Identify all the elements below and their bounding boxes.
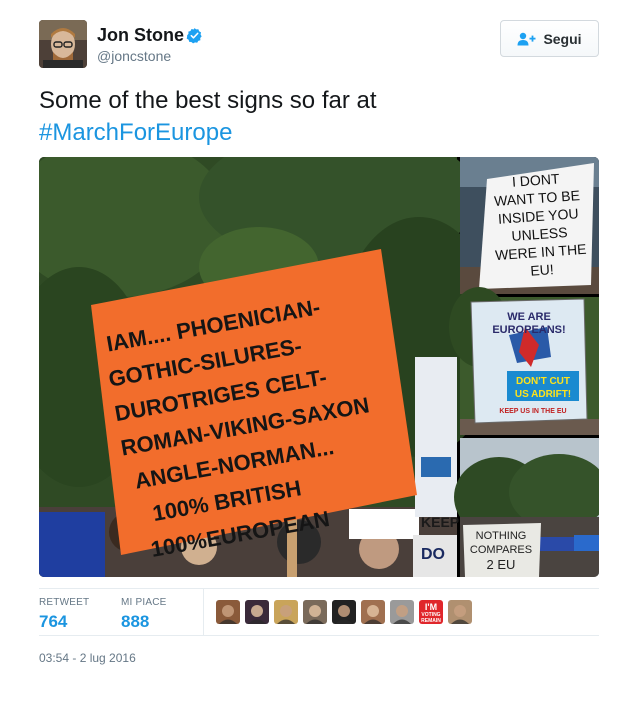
liker-avatar-7[interactable] bbox=[390, 600, 414, 624]
likes-stat[interactable]: MI PIACE 888 bbox=[121, 597, 167, 632]
liker-avatar-5[interactable] bbox=[332, 600, 356, 624]
author-handle[interactable]: @joncstone bbox=[97, 48, 171, 64]
add-user-icon bbox=[517, 32, 536, 45]
likers-avatars: I'M VOTING REMAIN bbox=[216, 600, 472, 624]
hashtag-link[interactable]: #MarchForEurope bbox=[39, 117, 599, 149]
sign-mr-line-1: WE ARE bbox=[507, 311, 551, 323]
liker-avatar-2[interactable] bbox=[245, 600, 269, 624]
sign-br-line-3: 2 EU bbox=[487, 557, 516, 572]
sign-mr-line-5: KEEP US IN THE EU bbox=[499, 408, 566, 415]
sign-br-line-1: NOTHING bbox=[476, 530, 527, 542]
stats-divider bbox=[203, 589, 204, 635]
main-photo[interactable]: KEEP DO IAM.... PHOENICIAN- GOTHIC-SILUR… bbox=[39, 157, 499, 577]
media-grid[interactable]: KEEP DO IAM.... PHOENICIAN- GOTHIC-SILUR… bbox=[39, 157, 599, 577]
liker-avatar-9[interactable] bbox=[448, 600, 472, 624]
liker-avatar-3[interactable] bbox=[274, 600, 298, 624]
follow-button-label: Segui bbox=[543, 30, 582, 47]
liker-avatar-8[interactable]: I'M VOTING REMAIN bbox=[419, 600, 443, 624]
retweets-stat[interactable]: RETWEET 764 bbox=[39, 597, 89, 632]
sign-mr-line-4: US ADRIFT! bbox=[515, 389, 571, 400]
photo-top-right[interactable]: I DONT WANT TO BE INSIDE YOU UNLESS WERE… bbox=[460, 157, 599, 294]
partial-sign-do: DO bbox=[421, 546, 445, 563]
sign-tr-line-6: EU! bbox=[530, 261, 554, 279]
sign-mr-line-3: DON'T CUT bbox=[516, 376, 570, 387]
tweet-body: Some of the best signs so far at bbox=[39, 87, 377, 114]
media-photos: KEEP DO IAM.... PHOENICIAN- GOTHIC-SILUR… bbox=[39, 157, 599, 577]
engagement-stats: RETWEET 764 MI PIACE 888 I'M VOTING REMAIN bbox=[39, 588, 599, 636]
sign-tr-line-1: I DONT bbox=[511, 170, 560, 189]
tweet-timestamp[interactable]: 03:54 - 2 lug 2016 bbox=[39, 651, 136, 665]
liker-avatar-4[interactable] bbox=[303, 600, 327, 624]
likes-label: MI PIACE bbox=[121, 597, 167, 608]
liker-badge-text: REMAIN bbox=[421, 618, 441, 624]
liker-avatar-6[interactable] bbox=[361, 600, 385, 624]
sign-br-line-2: COMPARES bbox=[470, 544, 532, 556]
liker-avatar-1[interactable] bbox=[216, 600, 240, 624]
avatar-image bbox=[39, 20, 87, 68]
partial-sign-keep: KEEP bbox=[421, 514, 459, 530]
retweets-count: 764 bbox=[39, 612, 68, 631]
follow-button[interactable]: Segui bbox=[500, 20, 599, 57]
liker-badge-text: I'M bbox=[425, 602, 437, 612]
photo-middle-right[interactable]: WE ARE EUROPEANS! DON'T CUT US ADRIFT! K… bbox=[449, 287, 599, 435]
tweet-card: Jon Stone @joncstone Segui Some of the b… bbox=[0, 0, 636, 704]
sign-mr-line-2: EUROPEANS! bbox=[492, 324, 565, 336]
author-avatar[interactable] bbox=[39, 20, 87, 68]
photo-bottom-right[interactable]: NOTHING COMPARES 2 EU bbox=[454, 438, 599, 577]
retweets-label: RETWEET bbox=[39, 597, 90, 608]
verified-badge-icon bbox=[186, 28, 202, 44]
author-name[interactable]: Jon Stone bbox=[97, 25, 184, 46]
tweet-text: Some of the best signs so far at #MarchF… bbox=[39, 85, 599, 149]
likes-count: 888 bbox=[121, 612, 150, 631]
